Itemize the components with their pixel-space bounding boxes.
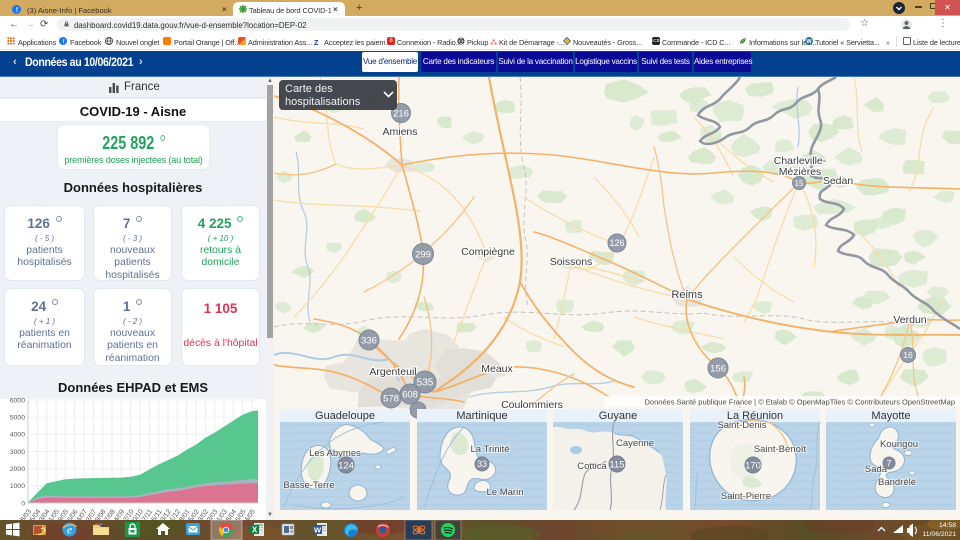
- svg-text:Martinique: Martinique: [456, 410, 507, 422]
- svg-text:Mayotte: Mayotte: [871, 410, 910, 422]
- svg-text:Soissons: Soissons: [550, 256, 593, 268]
- svg-text:16: 16: [903, 350, 913, 360]
- svg-text:Cottica: Cottica: [577, 461, 607, 472]
- svg-text:Bandrélé: Bandrélé: [878, 477, 916, 488]
- svg-text:33: 33: [477, 459, 487, 469]
- svg-text:126: 126: [609, 238, 624, 248]
- svg-text:Guadeloupe: Guadeloupe: [315, 410, 375, 422]
- svg-text:216: 216: [393, 108, 409, 119]
- svg-text:Verdun: Verdun: [893, 314, 926, 326]
- svg-text:7: 7: [887, 458, 892, 468]
- svg-text:170: 170: [745, 460, 761, 471]
- svg-text:Koungou: Koungou: [880, 439, 918, 450]
- svg-text:Argenteuil: Argenteuil: [369, 366, 416, 378]
- svg-text:Données Santé publique France: Données Santé publique France | © Etalab…: [645, 398, 956, 407]
- svg-text:299: 299: [415, 249, 431, 260]
- svg-text:Sedan: Sedan: [823, 175, 854, 187]
- svg-text:f: f: [63, 39, 65, 45]
- svg-text:Le Marin: Le Marin: [487, 487, 524, 498]
- svg-text:4000: 4000: [10, 432, 25, 439]
- svg-text:535: 535: [417, 378, 434, 389]
- svg-text:Compiègne: Compiègne: [461, 246, 515, 258]
- svg-text:W: W: [806, 39, 812, 45]
- svg-text:2000: 2000: [10, 466, 25, 473]
- svg-text:Saint-Denis: Saint-Denis: [717, 420, 766, 431]
- svg-text:Carte des: Carte des: [285, 83, 333, 95]
- svg-text:X: X: [252, 526, 258, 535]
- svg-text:336: 336: [361, 335, 377, 346]
- svg-text:Saint-Benoît: Saint-Benoît: [754, 444, 807, 455]
- svg-text:La Trinité: La Trinité: [470, 444, 509, 455]
- svg-text:156: 156: [710, 363, 726, 374]
- svg-text:578: 578: [383, 393, 399, 404]
- svg-text:3000: 3000: [10, 449, 25, 456]
- svg-text:W: W: [314, 526, 322, 535]
- svg-text:f: f: [16, 8, 18, 15]
- svg-text:hospitalisations: hospitalisations: [285, 96, 361, 108]
- svg-text:124: 124: [338, 460, 354, 471]
- svg-text:Guyane: Guyane: [599, 410, 638, 422]
- svg-text:Basse-Terre: Basse-Terre: [283, 480, 334, 491]
- svg-text:Meaux: Meaux: [481, 363, 513, 375]
- svg-text:15: 15: [795, 179, 804, 188]
- svg-text:Saint-Pierre: Saint-Pierre: [721, 491, 771, 502]
- svg-text:Les Abymes: Les Abymes: [309, 448, 361, 459]
- svg-text:Amiens: Amiens: [382, 126, 417, 138]
- svg-text:608: 608: [402, 389, 418, 400]
- svg-text:1000: 1000: [10, 483, 25, 490]
- svg-text:5000: 5000: [10, 415, 25, 422]
- svg-text:Reims: Reims: [671, 289, 703, 301]
- svg-text:115: 115: [609, 459, 624, 470]
- svg-text:6000: 6000: [10, 397, 25, 404]
- svg-text:Cayenne: Cayenne: [616, 438, 654, 449]
- svg-text:0: 0: [21, 500, 25, 507]
